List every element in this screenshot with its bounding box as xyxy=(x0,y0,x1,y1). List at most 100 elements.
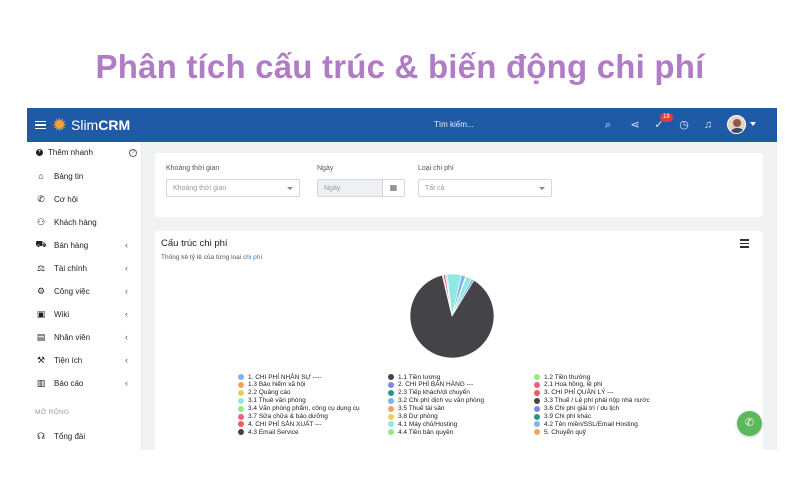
filter-panel: Khoảng thời gian Khoảng thời gian Ngày N… xyxy=(155,153,763,217)
legend-item[interactable]: 4.4 Tiền bản quyền xyxy=(388,428,453,436)
pie-chart xyxy=(409,273,495,359)
legend-label: 2. CHI PHÍ BÁN HÀNG --- xyxy=(398,381,474,389)
legend-swatch xyxy=(388,421,394,428)
legend-item[interactable]: 3. CHI PHÍ QUẢN LÝ --- xyxy=(534,389,614,397)
legend-item[interactable]: 4. CHI PHÍ SẢN XUẤT --- xyxy=(238,420,322,428)
sidebar-item-label: Khách hàng xyxy=(54,217,97,227)
legend-swatch xyxy=(534,374,540,380)
clock-icon[interactable]: ◷ xyxy=(677,118,691,132)
sidebar-item-label: Tài chính xyxy=(54,263,87,273)
legend-label: 2.2 Quảng cáo xyxy=(248,389,291,397)
sidebar-item-switchboard[interactable]: ☊ Tổng đài xyxy=(27,425,142,447)
legend-item[interactable]: 1.3 Bảo hiểm xã hội xyxy=(238,381,305,389)
legend-item[interactable]: 3.6 Chi phí giải trí / du lịch xyxy=(534,405,619,413)
handshake-icon: ⚙ xyxy=(36,285,46,296)
cost-structure-card: Cấu trúc chi phí Thống kê tỷ lệ của từng… xyxy=(155,231,763,450)
legend-item[interactable]: 4.3 Email Service xyxy=(238,428,299,436)
cost-type-select[interactable]: Tất cả xyxy=(418,179,552,197)
legend-item[interactable]: 1. CHI PHÍ NHÂN SỰ ---- xyxy=(238,373,321,381)
legend-item[interactable]: 2.1 Hoa hồng, lệ phí xyxy=(534,381,603,389)
chevron-down-icon xyxy=(287,187,293,190)
wrench-icon: ⚒ xyxy=(36,354,46,365)
menu-icon[interactable] xyxy=(35,117,46,133)
sidebar-item-reports[interactable]: ▥ Báo cáo ‹ xyxy=(27,372,142,394)
sidebar-item-utilities[interactable]: ⚒ Tiện ích ‹ xyxy=(27,349,142,371)
search-input[interactable]: Tìm kiếm... xyxy=(434,120,474,129)
search-icon[interactable]: ⌕ xyxy=(601,118,615,132)
calendar-icon[interactable]: ▦ xyxy=(382,180,404,196)
sidebar-item-label: Báo cáo xyxy=(54,378,84,388)
legend-label: 2.1 Hoa hồng, lệ phí xyxy=(544,381,603,389)
user-icon: ⚇ xyxy=(36,216,46,227)
chevron-down-icon[interactable] xyxy=(750,122,756,126)
legend-item[interactable]: 3.8 Dự phòng xyxy=(388,413,438,421)
time-range-select[interactable]: Khoảng thời gian xyxy=(166,179,300,197)
legend-label: 3. CHI PHÍ QUẢN LÝ --- xyxy=(544,389,614,397)
sidebar-item-staff[interactable]: ▤ Nhân viên ‹ xyxy=(27,326,142,348)
legend-label: 1.3 Bảo hiểm xã hội xyxy=(248,381,306,389)
sidebar-item-label: Bán hàng xyxy=(54,240,89,250)
legend-swatch xyxy=(534,405,540,412)
legend-swatch xyxy=(534,429,540,436)
app-window: ✹ SlimCRM Tìm kiếm... ⌕ ⋖ ✓ 18 ◷ ♫ + Thê… xyxy=(27,108,777,450)
legend-item[interactable]: 1.1 Tiền lương xyxy=(388,373,440,381)
chevron-left-icon: ‹ xyxy=(125,286,128,296)
quick-add-label: Thêm nhanh xyxy=(48,148,93,157)
sidebar-item-sales[interactable]: ⛟ Bán hàng ‹ xyxy=(27,234,142,256)
legend-swatch xyxy=(238,405,244,412)
legend-item[interactable]: 3.3 Thuế / Lệ phí phải nộp nhà nước xyxy=(534,397,650,405)
sidebar-item-wiki[interactable]: ▣ Wiki ‹ xyxy=(27,303,142,325)
legend-label: 4.4 Tiền bản quyền xyxy=(398,428,454,436)
legend-swatch xyxy=(534,381,540,388)
legend-item[interactable]: 3.2 Chi phí dịch vụ văn phòng xyxy=(388,397,484,405)
time-range-label: Khoảng thời gian xyxy=(166,165,220,172)
scale-icon: ⚖ xyxy=(36,262,46,273)
sidebar-item-customers[interactable]: ⚇ Khách hàng xyxy=(27,211,142,233)
legend-item[interactable]: 3.4 Văn phòng phẩm, công cụ dụng cụ xyxy=(238,405,360,413)
legend-item[interactable]: 3.9 Chi phí khác xyxy=(534,413,591,421)
legend-swatch xyxy=(388,397,394,404)
sidebar-item-finance[interactable]: ⚖ Tài chính ‹ xyxy=(27,257,142,279)
legend-item[interactable]: 4.2 Tên miền/SSL/Email Hosting xyxy=(534,420,638,428)
legend-swatch xyxy=(238,429,244,436)
sidebar-item-dashboard[interactable]: ⌂ Bảng tin xyxy=(27,165,142,187)
share-icon[interactable]: ⋖ xyxy=(628,118,642,132)
chart-menu-icon[interactable] xyxy=(740,239,749,248)
legend-swatch xyxy=(534,421,540,428)
sidebar-item-label: Bảng tin xyxy=(54,171,84,181)
call-button[interactable]: ✆ xyxy=(737,411,762,436)
legend-swatch xyxy=(388,405,394,412)
page-headline: Phân tích cấu trúc & biến động chi phí xyxy=(95,48,705,85)
sidebar-item-opportunities[interactable]: ✆ Cơ hội xyxy=(27,188,142,210)
legend-item[interactable]: 2.2 Quảng cáo xyxy=(238,389,291,397)
sidebar-item-label: Wiki xyxy=(54,309,70,319)
notification-badge: 18 xyxy=(660,113,673,122)
date-field[interactable]: Ngày ▦ xyxy=(317,179,405,197)
legend-swatch xyxy=(388,429,394,436)
avatar[interactable] xyxy=(727,115,746,134)
chevron-left-icon: ‹ xyxy=(125,309,128,319)
cost-type-label: Loại chi phí xyxy=(418,165,454,172)
legend-swatch xyxy=(238,381,244,388)
legend-label: 3.2 Chi phí dịch vụ văn phòng xyxy=(398,397,485,405)
sidebar-item-tasks[interactable]: ⚙ Công việc ‹ xyxy=(27,280,142,302)
legend-item[interactable]: 5. Chuyển quỹ xyxy=(534,428,586,436)
legend-item[interactable]: 2. CHI PHÍ BÁN HÀNG --- xyxy=(388,381,473,389)
sidebar-item-label: Công việc xyxy=(54,286,90,296)
app-logo[interactable]: SlimCRM xyxy=(71,117,130,133)
legend-item[interactable]: 1.2 Tiền thưởng xyxy=(534,373,590,381)
wiki-icon: ▣ xyxy=(36,308,46,319)
legend-label: 1.1 Tiền lương xyxy=(398,373,441,381)
sidebar-section-label: MỞ RỘNG xyxy=(35,409,70,416)
legend-item[interactable]: 3.5 Thuế tài sản xyxy=(388,405,445,413)
quick-add-button[interactable]: + Thêm nhanh xyxy=(36,148,93,157)
legend-item[interactable]: 3.1 Thuê văn phòng xyxy=(238,397,306,405)
legend-item[interactable]: 2.3 Tiếp khách/di chuyển xyxy=(388,389,470,397)
sidebar-item-label: Tổng đài xyxy=(54,431,86,441)
help-icon[interactable]: ? xyxy=(129,149,137,157)
bell-icon[interactable]: ♫ xyxy=(701,118,715,132)
legend-swatch xyxy=(238,413,244,420)
legend-item[interactable]: 4.1 Máy chủ/Hosting xyxy=(388,420,457,428)
legend-item[interactable]: 3.7 Sửa chữa & bảo dưỡng xyxy=(238,413,328,421)
legend-swatch xyxy=(534,413,540,420)
